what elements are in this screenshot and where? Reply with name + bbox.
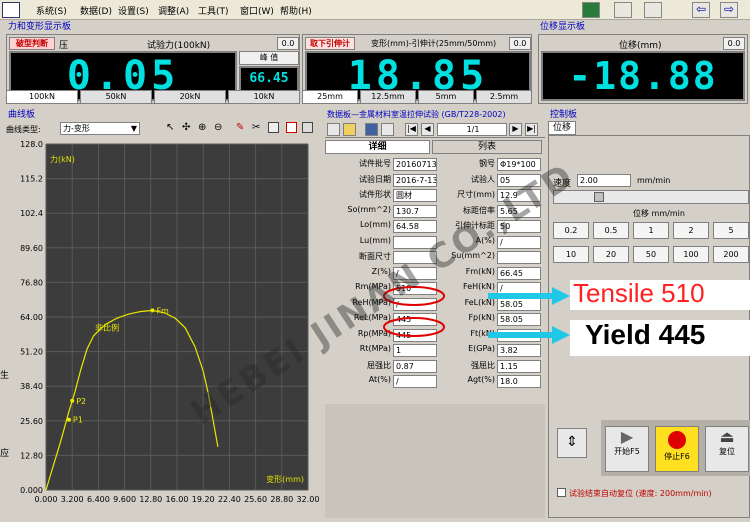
rel-ellipse bbox=[383, 317, 445, 337]
yield-arrowhead bbox=[552, 326, 570, 344]
tensile-arrowhead bbox=[552, 287, 570, 305]
yield-callout: Yield 445 bbox=[585, 319, 706, 350]
tensile-callout: Tensile 510 bbox=[573, 278, 705, 308]
annotation-overlay bbox=[383, 286, 570, 344]
